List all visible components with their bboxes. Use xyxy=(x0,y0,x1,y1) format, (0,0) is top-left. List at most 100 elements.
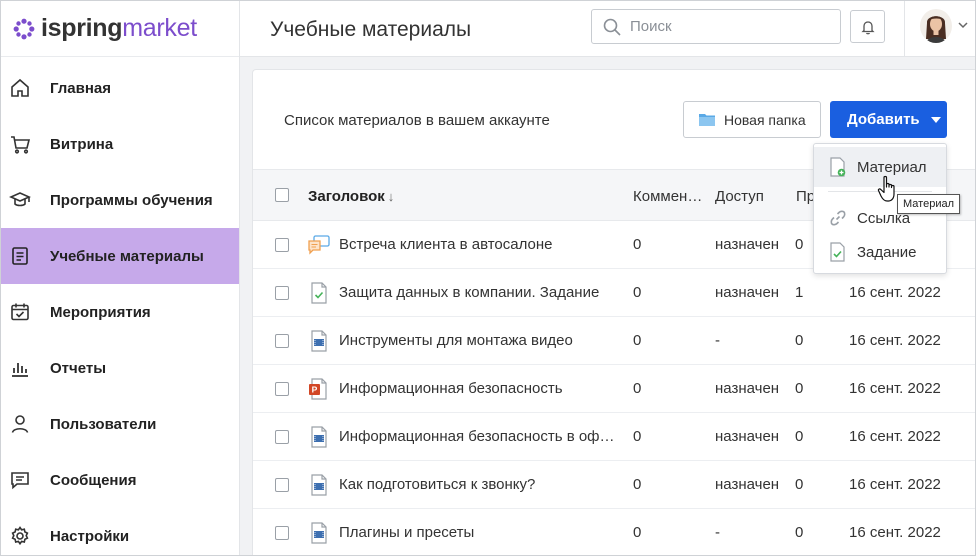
row-title[interactable]: Информационная безопасность в офисе xyxy=(339,428,621,445)
table-row[interactable]: Как подготовиться к звонку? 0 назначен 0… xyxy=(253,461,975,509)
sidebar-item-reports[interactable]: Отчеты xyxy=(1,340,239,396)
sidebar-item-messages[interactable]: Сообщения xyxy=(1,452,239,508)
svg-text:P: P xyxy=(312,385,318,395)
row-access: назначен xyxy=(715,428,780,445)
row-title[interactable]: Защита данных в компании. Задание xyxy=(339,284,621,301)
row-progress: 1 xyxy=(795,284,804,301)
row-comments: 0 xyxy=(633,524,642,541)
column-title[interactable]: Заголовок ↓ xyxy=(308,188,394,205)
sidebar-item-home[interactable]: Главная xyxy=(1,60,239,116)
row-title[interactable]: Информационная безопасность xyxy=(339,380,621,397)
row-access: - xyxy=(715,332,720,349)
row-access: назначен xyxy=(715,380,780,397)
row-title[interactable]: Как подготовиться к звонку? xyxy=(339,476,621,493)
row-progress: 0 xyxy=(795,332,804,349)
row-date: 16 сент. 2022 xyxy=(849,380,941,397)
row-access: назначен xyxy=(715,236,780,253)
user-icon xyxy=(9,413,31,435)
table-row[interactable]: Плагины и пресеты 0 - 0 16 сент. 2022 xyxy=(253,509,975,555)
row-title[interactable]: Встреча клиента в автосалоне xyxy=(339,236,621,253)
row-checkbox[interactable] xyxy=(275,286,289,300)
row-comments: 0 xyxy=(633,284,642,301)
column-title-label: Заголовок xyxy=(308,188,385,205)
row-checkbox[interactable] xyxy=(275,430,289,444)
table-row[interactable]: P Информационная безопасность 0 назначен… xyxy=(253,365,975,413)
sidebar-nav: Главная Витрина Программы обучения Учебн… xyxy=(1,60,239,555)
page-title: Учебные материалы xyxy=(270,18,472,41)
sidebar-item-showcase[interactable]: Витрина xyxy=(1,116,239,172)
sidebar-item-label: Пользователи xyxy=(50,415,157,433)
document-list-icon xyxy=(9,245,31,267)
notifications-button[interactable] xyxy=(850,10,885,43)
graduation-cap-icon xyxy=(9,189,31,211)
row-title[interactable]: Инструменты для монтажа видео xyxy=(339,332,621,349)
row-date: 16 сент. 2022 xyxy=(849,284,941,301)
sidebar-item-materials[interactable]: Учебные материалы xyxy=(1,228,239,284)
new-folder-button[interactable]: Новая папка xyxy=(683,101,821,138)
avatar[interactable] xyxy=(920,9,952,43)
sidebar-item-label: Мероприятия xyxy=(50,303,151,321)
row-progress: 0 xyxy=(795,236,804,253)
powerpoint-icon: P xyxy=(309,378,327,400)
assignment-icon xyxy=(828,242,848,262)
add-button[interactable]: Добавить xyxy=(830,101,947,138)
table-row[interactable]: Информационная безопасность в офисе 0 на… xyxy=(253,413,975,461)
row-comments: 0 xyxy=(633,476,642,493)
row-checkbox[interactable] xyxy=(275,238,289,252)
sidebar-item-label: Главная xyxy=(50,79,112,97)
row-date: 16 сент. 2022 xyxy=(849,524,941,541)
file-add-icon xyxy=(828,157,848,177)
select-all-checkbox[interactable] xyxy=(275,188,289,202)
home-icon xyxy=(9,77,31,99)
sidebar-item-label: Программы обучения xyxy=(50,191,213,209)
tooltip: Материал xyxy=(897,194,960,214)
brand-logo[interactable]: ispringmarket xyxy=(1,1,239,57)
assignment-icon xyxy=(311,282,327,304)
sidebar-item-label: Отчеты xyxy=(50,359,107,377)
header-divider xyxy=(904,1,905,57)
table-row[interactable]: Инструменты для монтажа видео 0 - 0 16 с… xyxy=(253,317,975,365)
video-icon xyxy=(311,522,327,544)
cart-icon xyxy=(9,133,31,155)
row-checkbox[interactable] xyxy=(275,478,289,492)
search-box[interactable] xyxy=(591,9,841,44)
row-access: назначен xyxy=(715,476,780,493)
row-checkbox[interactable] xyxy=(275,334,289,348)
column-comments[interactable]: Коммен… xyxy=(633,188,702,205)
dialog-sim-icon xyxy=(308,235,330,255)
menu-item-label: Материал xyxy=(857,158,927,176)
sidebar-item-users[interactable]: Пользователи xyxy=(1,396,239,452)
row-checkbox[interactable] xyxy=(275,526,289,540)
folder-icon xyxy=(699,114,715,126)
sort-arrow-icon: ↓ xyxy=(387,189,395,204)
ispring-logo-icon xyxy=(13,18,35,39)
video-icon xyxy=(311,426,327,448)
chevron-down-icon[interactable] xyxy=(958,21,968,29)
menu-item-assignment[interactable]: Задание xyxy=(814,232,946,272)
materials-caption: Список материалов в вашем аккаунте xyxy=(284,112,550,129)
row-title[interactable]: Плагины и пресеты xyxy=(339,524,621,541)
sidebar-item-events[interactable]: Мероприятия xyxy=(1,284,239,340)
row-access: - xyxy=(715,524,720,541)
top-header: Учебные материалы xyxy=(240,1,975,57)
sidebar-item-programs[interactable]: Программы обучения xyxy=(1,172,239,228)
search-icon xyxy=(603,18,621,36)
row-comments: 0 xyxy=(633,236,642,253)
row-date: 16 сент. 2022 xyxy=(849,476,941,493)
bell-icon xyxy=(860,20,875,34)
caret-down-icon xyxy=(930,116,941,123)
row-checkbox[interactable] xyxy=(275,382,289,396)
search-input[interactable] xyxy=(630,18,830,35)
column-access[interactable]: Доступ xyxy=(715,188,764,205)
table-row[interactable]: Защита данных в компании. Задание 0 назн… xyxy=(253,269,975,317)
sidebar-item-label: Настройки xyxy=(50,527,130,545)
bar-chart-icon xyxy=(9,357,31,379)
menu-item-label: Задание xyxy=(857,243,917,261)
video-icon xyxy=(311,474,327,496)
sidebar-item-label: Учебные материалы xyxy=(50,247,204,265)
sidebar-item-settings[interactable]: Настройки xyxy=(1,508,239,555)
row-date: 16 сент. 2022 xyxy=(849,332,941,349)
row-date: 16 сент. 2022 xyxy=(849,428,941,445)
sidebar-item-label: Сообщения xyxy=(50,471,137,489)
row-progress: 0 xyxy=(795,524,804,541)
